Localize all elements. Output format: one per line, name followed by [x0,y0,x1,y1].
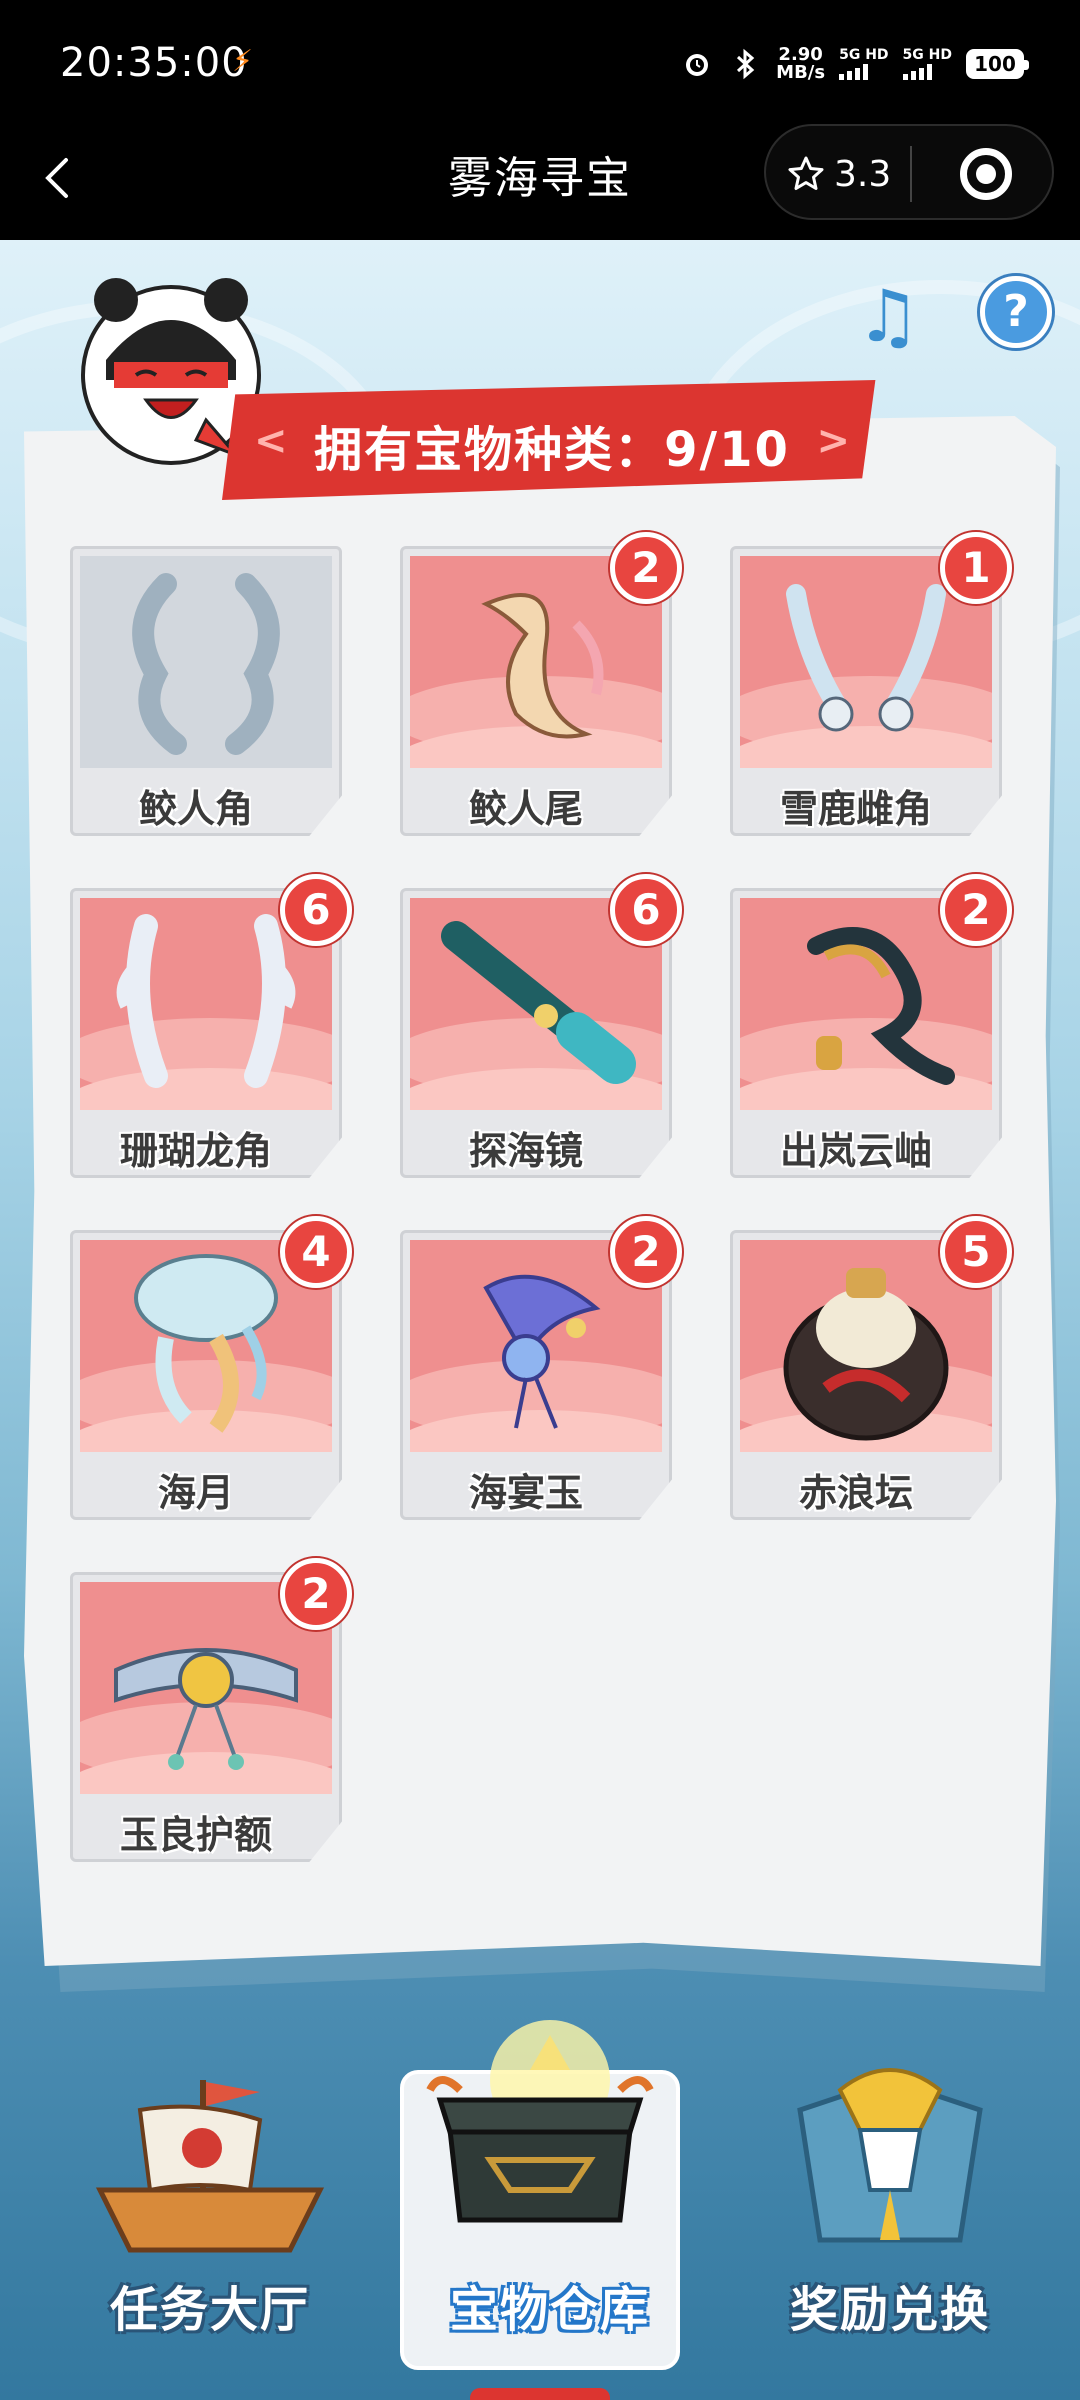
owned-types-banner: < 拥有宝物种类：9/10 > [222,380,882,500]
treasure-card[interactable]: 赤浪坛 5 [730,1216,1012,1520]
count-badge: 5 [940,1216,1012,1288]
jade-pendant-icon [483,1274,601,1429]
network-speed-unit: MB/s [776,62,826,83]
count-badge: 1 [940,532,1012,604]
treasure-name: 海宴玉 [468,1471,583,1515]
nav-item-reward-exchange[interactable]: 奖励兑换 [740,2030,1040,2360]
treasure-name: 出岚云岫 [779,1129,932,1173]
count-badge: 4 [280,1216,352,1288]
app-notification-icon: ⚡ [232,44,254,79]
miniprogram-capsule: 3.3 [764,124,1054,220]
capsule-divider [910,146,912,202]
game-area: ♫ ? < 拥有宝物种类：9/10 > 鲛人角 鲛人尾 2 雪鹿雌角 1 珊瑚龙角 6 探海镜… [0,240,1080,2400]
battery-icon: 100 [966,49,1029,79]
gift-box-icon [797,2068,983,2243]
count-badge: 6 [610,874,682,946]
nav-label: 任务大厅 [109,2282,310,2338]
treasure-card[interactable]: 出岚云岫 2 [730,874,1012,1178]
treasure-name: 珊瑚龙角 [119,1129,272,1173]
spyglass-icon [441,921,636,1084]
treasure-card[interactable]: 海月 4 [70,1216,352,1520]
treasure-card[interactable]: 鲛人角 [70,546,342,836]
treasure-name: 赤浪坛 [798,1471,913,1515]
jellyfish-icon [134,1254,278,1433]
nav-label: 奖励兑换 [789,2282,990,2338]
signal-sim1: 5G HD [839,47,889,80]
treasure-name: 探海镜 [468,1129,583,1173]
alarm-icon [680,47,714,81]
count-badge: 2 [940,874,1012,946]
owned-types-label: 拥有宝物种类： [314,422,665,478]
active-tab-indicator [470,2388,610,2400]
bluetooth-icon [728,47,762,81]
count-badge: 2 [610,1216,682,1288]
bottom-nav: 任务大厅 宝物仓库 奖励兑换 [0,2020,1080,2400]
chevron-right-icon: > [816,418,850,464]
antler-icon [786,584,946,732]
cloud-ornament-icon [807,927,955,1085]
treasure-card[interactable]: 雪鹿雌角 1 [730,532,1012,836]
headband-icon [114,1648,298,1770]
owned-types-text: 拥有宝物种类：9/10 [222,410,882,480]
nav-label: 宝物仓库 [449,2282,650,2338]
count-badge: 2 [280,1558,352,1630]
rating-button[interactable]: 3.3 [786,150,891,198]
treasure-card[interactable]: 海宴玉 2 [400,1216,682,1520]
treasure-card[interactable]: 珊瑚龙角 6 [70,874,352,1178]
signal-sim2: 5G HD [902,47,952,80]
music-note-icon[interactable]: ♫ [848,276,928,356]
treasure-card[interactable]: 探海镜 6 [400,874,682,1178]
title-bar: 雾海寻宝 3.3 [0,112,1080,240]
signal-bars-icon [902,64,952,80]
treasure-name: 海月 [157,1471,234,1515]
help-icon[interactable]: ? [980,276,1052,348]
owned-types-count: 9/10 [664,422,790,478]
status-time: 20:35:00 [60,40,248,86]
tail-icon [481,593,604,739]
coral-horn-icon [116,914,296,1088]
count-badge: 2 [610,532,682,604]
signal-bars-icon [839,64,888,80]
treasure-name: 玉良护额 [119,1813,272,1857]
treasure-name: 鲛人角 [138,787,253,831]
count-badge: 6 [280,874,352,946]
star-icon [788,156,824,190]
treasure-card[interactable]: 玉良护额 2 [70,1558,352,1862]
sim1-label: 5G HD [839,47,889,63]
sim2-label: 5G HD [902,47,952,63]
treasure-card[interactable]: 鲛人尾 2 [400,532,682,836]
close-miniprogram-icon[interactable] [960,148,1012,200]
nav-item-task-hall[interactable]: 任务大厅 [60,2030,360,2360]
status-icons: 2.90 MB/s 5G HD 5G HD 100 [680,44,1029,84]
rating-value: 3.3 [834,153,892,195]
network-speed: 2.90 MB/s [776,46,825,82]
nav-item-treasure-warehouse[interactable]: 宝物仓库 [400,2020,700,2370]
horn-icon [132,573,280,755]
ship-icon [95,2080,325,2253]
treasure-name: 鲛人尾 [468,787,583,831]
jar-icon [783,1268,949,1441]
treasure-name: 雪鹿雌角 [779,787,932,831]
treasure-chest-icon [426,2020,654,2223]
